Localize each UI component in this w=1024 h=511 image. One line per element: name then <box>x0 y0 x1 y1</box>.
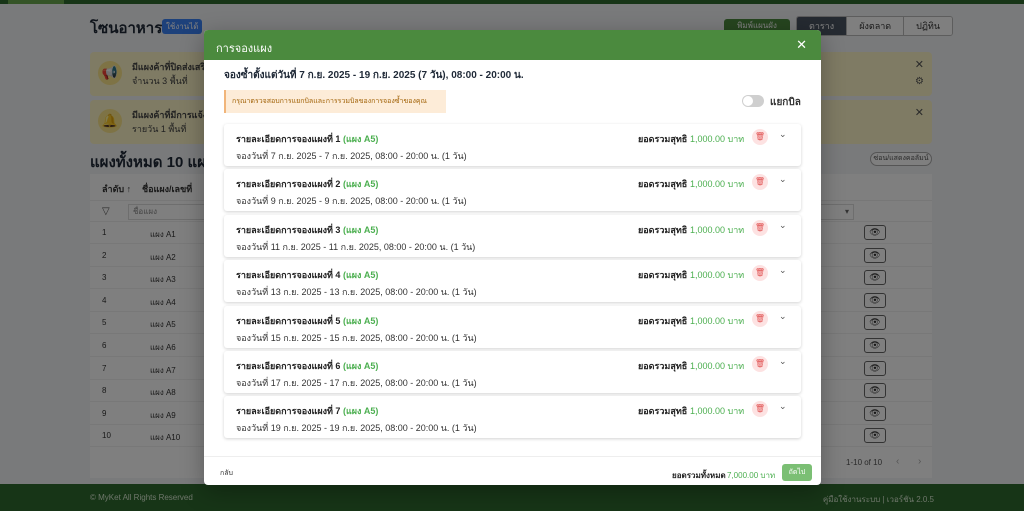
booking-title-text: รายละเอียดการจองแผงที่ 7 <box>236 406 341 417</box>
booking-title-text: รายละเอียดการจองแผงที่ 2 <box>236 179 341 190</box>
net-total-value: 1,000.00 บาท <box>690 315 745 326</box>
modal-footer: กลับ ยอดรวมทั้งหมด 7,000.00 บาท ถัดไป <box>204 456 821 485</box>
chevron-down-icon[interactable]: ⌄ <box>779 311 787 322</box>
booking-title: รายละเอียดการจองแผงที่ 4 (แผง A5) <box>236 268 378 282</box>
booking-date: จองวันที่ 9 ก.ย. 2025 - 9 ก.ย. 2025, 08:… <box>236 196 467 207</box>
booking-card[interactable]: รายละเอียดการจองแผงที่ 2 (แผง A5) จองวันท… <box>224 169 801 212</box>
net-total-value: 1,000.00 บาท <box>690 134 745 144</box>
booking-stall: (แผง A5) <box>342 224 379 235</box>
booking-date: จองวันที่ 13 ก.ย. 2025 - 13 ก.ย. 2025, 0… <box>236 287 477 298</box>
next-button[interactable]: ถัดไป <box>782 464 812 481</box>
net-total-label: ยอดรวมสุทธิ <box>638 315 688 326</box>
trash-icon[interactable]: 🗑 <box>752 356 768 372</box>
trash-icon[interactable]: 🗑 <box>752 129 768 145</box>
chevron-down-icon[interactable]: ⌄ <box>779 401 787 412</box>
booking-title: รายละเอียดการจองแผงที่ 7 (แผง A5) <box>236 404 378 418</box>
split-bill-label: แยกบิล <box>770 97 801 108</box>
net-total-label: ยอดรวมสุทธิ <box>638 361 688 371</box>
net-total-label: ยอดรวมสุทธิ <box>638 406 688 417</box>
chevron-down-icon[interactable]: ⌄ <box>779 356 787 367</box>
trash-icon[interactable]: 🗑 <box>752 401 768 418</box>
booking-title-text: รายละเอียดการจองแผงที่ 5 <box>236 315 341 326</box>
booking-summary: จองซ้ำตั้งแต่วันที่ 7 ก.ย. 2025 - 19 ก.ย… <box>224 70 524 81</box>
booking-card[interactable]: รายละเอียดการจองแผงที่ 5 (แผง A5) จองวันท… <box>224 305 801 348</box>
booking-modal: การจองแผง ✕ จองซ้ำตั้งแต่วันที่ 7 ก.ย. 2… <box>204 30 821 485</box>
net-total-value: 1,000.00 บาท <box>690 270 745 281</box>
booking-title: รายละเอียดการจองแผงที่ 5 (แผง A5) <box>236 314 378 328</box>
booking-title-text: รายละเอียดการจองแผงที่ 4 <box>236 270 341 281</box>
booking-date: จองวันที่ 11 ก.ย. 2025 - 11 ก.ย. 2025, 0… <box>236 241 476 252</box>
booking-title: รายละเอียดการจองแผงที่ 6 (แผง A5) <box>236 359 378 373</box>
net-total-value: 1,000.00 บาท <box>690 361 745 371</box>
booking-stall: (แผง A5) <box>342 134 379 144</box>
booking-stall: (แผง A5) <box>342 406 379 417</box>
booking-card[interactable]: รายละเอียดการจองแผงที่ 3 (แผง A5) จองวันท… <box>224 214 801 257</box>
modal-header: การจองแผง ✕ <box>204 30 821 60</box>
booking-title: รายละเอียดการจองแผงที่ 2 (แผง A5) <box>236 177 378 191</box>
trash-icon[interactable]: 🗑 <box>752 310 768 327</box>
close-icon[interactable]: ✕ <box>796 37 807 53</box>
booking-card[interactable]: รายละเอียดการจองแผงที่ 6 (แผง A5) จองวันท… <box>224 351 801 393</box>
booking-list: รายละเอียดการจองแผงที่ 1 (แผง A5) จองวันท… <box>224 124 801 442</box>
booking-date: จองวันที่ 19 ก.ย. 2025 - 19 ก.ย. 2025, 0… <box>236 423 477 434</box>
booking-date: จองวันที่ 7 ก.ย. 2025 - 7 ก.ย. 2025, 08:… <box>236 151 467 161</box>
trash-icon[interactable]: 🗑 <box>752 219 768 236</box>
booking-stall: (แผง A5) <box>342 270 379 281</box>
grand-total-value: 7,000.00 บาท <box>727 471 776 480</box>
booking-date: จองวันที่ 15 ก.ย. 2025 - 15 ก.ย. 2025, 0… <box>236 332 477 343</box>
chevron-down-icon[interactable]: ⌄ <box>779 265 787 276</box>
toggle-switch[interactable] <box>742 95 764 107</box>
modal-title: การจองแผง <box>216 43 273 55</box>
booking-title-text: รายละเอียดการจองแผงที่ 6 <box>236 361 341 371</box>
net-total-label: ยอดรวมสุทธิ <box>638 134 688 144</box>
net-total-label: ยอดรวมสุทธิ <box>638 270 688 281</box>
grand-total-label: ยอดรวมทั้งหมด <box>672 471 726 480</box>
booking-title-text: รายละเอียดการจองแผงที่ 3 <box>236 224 341 235</box>
booking-stall: (แผง A5) <box>342 179 379 190</box>
chevron-down-icon[interactable]: ⌄ <box>779 220 787 231</box>
back-button[interactable]: กลับ <box>220 468 233 479</box>
booking-card[interactable]: รายละเอียดการจองแผงที่ 1 (แผง A5) จองวันท… <box>224 124 801 166</box>
booking-card[interactable]: รายละเอียดการจองแผงที่ 7 (แผง A5) จองวันท… <box>224 396 801 439</box>
booking-title: รายละเอียดการจองแผงที่ 1 (แผง A5) <box>236 132 378 146</box>
booking-stall: (แผง A5) <box>342 315 379 326</box>
booking-date: จองวันที่ 17 ก.ย. 2025 - 17 ก.ย. 2025, 0… <box>236 378 477 388</box>
net-total-label: ยอดรวมสุทธิ <box>638 224 688 235</box>
booking-title-text: รายละเอียดการจองแผงที่ 1 <box>236 134 341 144</box>
net-total-label: ยอดรวมสุทธิ <box>638 179 688 190</box>
net-total-value: 1,000.00 บาท <box>690 224 745 235</box>
booking-title: รายละเอียดการจองแผงที่ 3 (แผง A5) <box>236 223 378 237</box>
trash-icon[interactable]: 🗑 <box>752 174 768 191</box>
trash-icon[interactable]: 🗑 <box>752 265 768 282</box>
chevron-down-icon[interactable]: ⌄ <box>779 174 787 185</box>
chevron-down-icon[interactable]: ⌄ <box>779 129 787 140</box>
toggle-knob <box>743 96 753 106</box>
net-total-value: 1,000.00 บาท <box>690 406 745 417</box>
warning-banner: กรุณาตรวจสอบการแยกบิลและการรวมบิลของการจ… <box>224 90 446 113</box>
net-total-value: 1,000.00 บาท <box>690 179 745 190</box>
booking-card[interactable]: รายละเอียดการจองแผงที่ 4 (แผง A5) จองวันท… <box>224 260 801 303</box>
booking-stall: (แผง A5) <box>342 361 379 371</box>
